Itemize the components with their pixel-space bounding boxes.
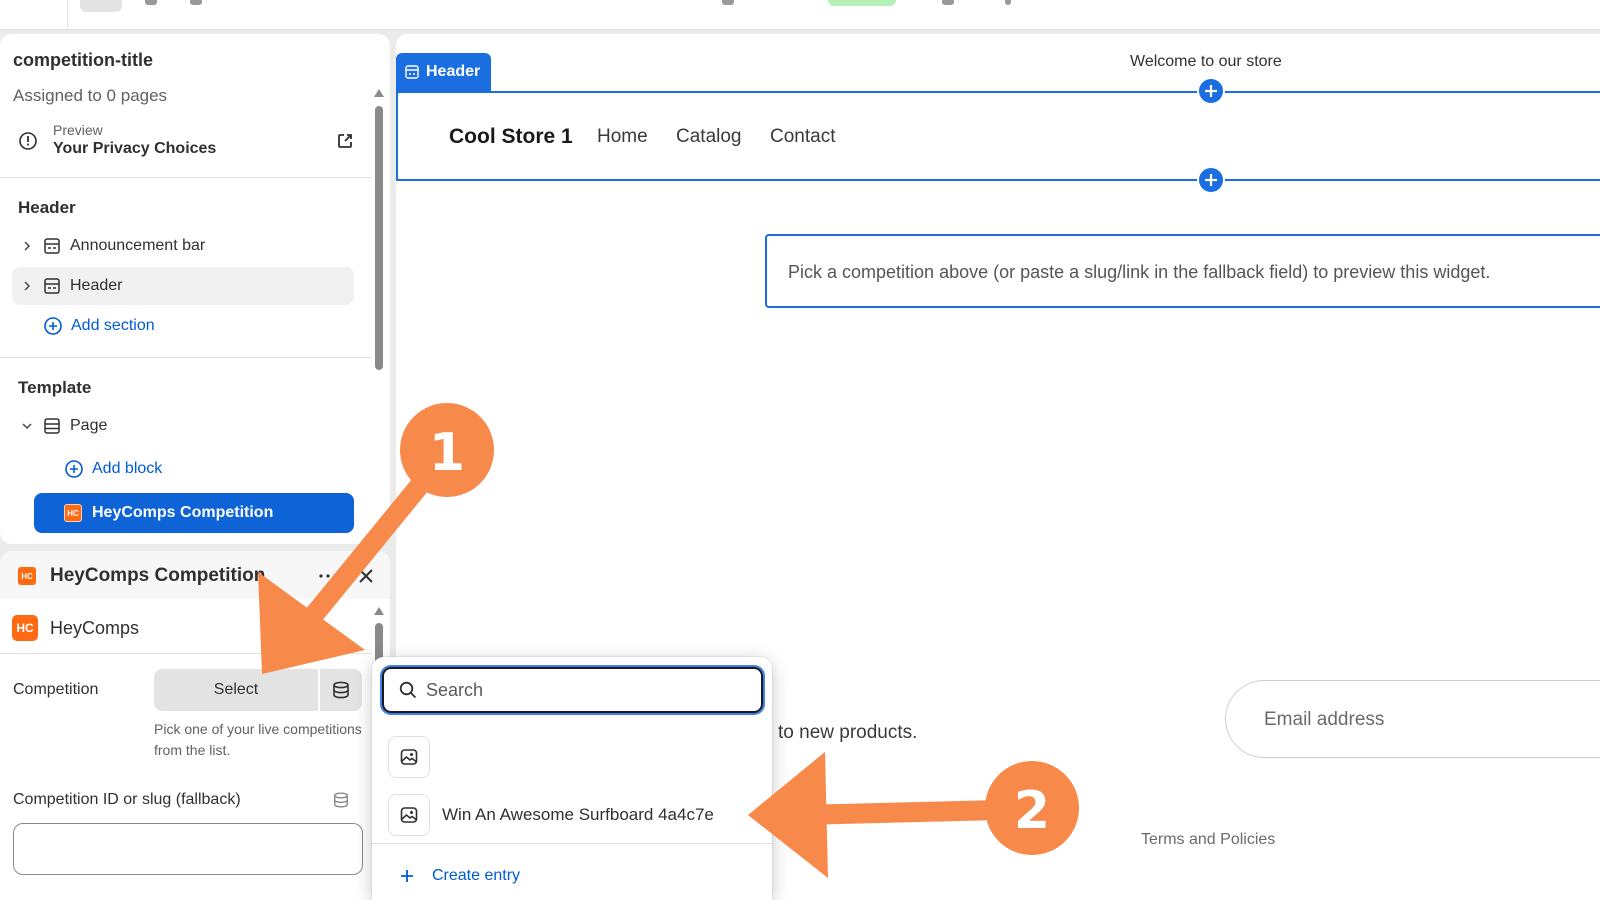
more-icon[interactable] (1005, 0, 1011, 5)
terms-link[interactable]: Terms and Policies (1141, 831, 1275, 849)
section-icon (44, 278, 60, 294)
section-icon (405, 65, 419, 79)
add-block-button[interactable]: Add block (64, 459, 162, 479)
block-heycomps-competition[interactable]: HC HeyComps Competition (34, 493, 354, 533)
header-tag-label: Header (426, 63, 481, 80)
announcement-text: Welcome to our store (1130, 53, 1282, 70)
heycomps-logo-icon: HC (64, 504, 82, 522)
heycomps-logo-icon: HC (12, 615, 38, 641)
app-name: HeyComps (50, 617, 140, 638)
top-bar-divider (67, 0, 68, 28)
section-announcement-bar[interactable]: Announcement bar (12, 227, 354, 265)
top-bar (0, 0, 1600, 30)
close-icon[interactable] (358, 568, 374, 584)
insert-section-below-button[interactable] (1197, 166, 1225, 194)
competition-label: Competition (13, 681, 99, 698)
add-section-button[interactable]: Add section (43, 316, 155, 336)
page-label: Page (70, 417, 108, 434)
settings-header: HC HeyComps Competition (0, 551, 390, 599)
undo-icon[interactable] (145, 0, 157, 5)
device-icon[interactable] (722, 0, 734, 5)
search-input[interactable] (426, 679, 726, 701)
database-icon[interactable] (332, 791, 350, 809)
image-placeholder-icon (388, 736, 430, 778)
info-icon (19, 132, 37, 150)
search-field[interactable] (382, 667, 763, 713)
scrollbar-thumb[interactable] (375, 106, 383, 370)
block-label: HeyComps Competition (92, 504, 274, 521)
fallback-slug-input[interactable] (13, 823, 363, 875)
add-section-label: Add section (71, 317, 155, 334)
email-placeholder: Email address (1264, 709, 1385, 730)
template-page[interactable]: Page (12, 407, 354, 445)
competition-option-label: Win An Awesome Surfboard 4a4c7e (442, 805, 714, 824)
nav-contact[interactable]: Contact (770, 126, 835, 148)
newsletter-text: to new products. (778, 722, 918, 743)
header-section-tag[interactable]: Header (396, 53, 491, 91)
chevron-down-icon[interactable] (22, 421, 32, 431)
select-competition-button[interactable]: Select (154, 669, 318, 711)
preview-label: Preview (53, 122, 103, 138)
page-title: competition-title (13, 50, 153, 70)
plus-icon (1205, 85, 1217, 97)
fallback-label: Competition ID or slug (fallback) (13, 791, 241, 808)
divider (372, 843, 772, 844)
plus-circle-icon (44, 317, 62, 335)
scroll-up-icon[interactable] (374, 607, 384, 615)
preview-value: Your Privacy Choices (53, 140, 217, 157)
section-label: Announcement bar (70, 237, 206, 254)
redo-icon[interactable] (190, 0, 202, 5)
settings-title: HeyComps Competition (50, 565, 266, 586)
external-link-icon[interactable] (336, 132, 354, 150)
header-group-label: Header (18, 198, 76, 217)
nav-home[interactable]: Home (597, 126, 648, 148)
preview-selector[interactable]: Preview Your Privacy Choices (18, 120, 368, 164)
competition-help-text: Pick one of your live competitions from … (154, 721, 362, 758)
preview-icon[interactable] (942, 0, 954, 5)
plus-icon (401, 870, 413, 882)
plus-icon (1205, 174, 1217, 186)
app-attribution: HC HeyComps (12, 615, 139, 641)
email-field[interactable]: Email address (1225, 680, 1600, 758)
block-settings-panel: HC HeyComps Competition HC HeyComps Comp… (0, 551, 390, 900)
page-icon (44, 418, 60, 434)
status-badge (828, 0, 896, 6)
sections-panel: competition-title Assigned to 0 pages Pr… (0, 34, 390, 544)
nav-catalog[interactable]: Catalog (676, 126, 742, 148)
top-bar-chip[interactable] (80, 0, 122, 12)
divider (0, 653, 372, 654)
chevron-right-icon[interactable] (22, 241, 32, 251)
insert-section-above-button[interactable] (1197, 77, 1225, 105)
widget-message: Pick a competition above (or paste a slu… (788, 262, 1491, 282)
image-placeholder-icon (388, 794, 430, 836)
section-label: Header (70, 277, 123, 294)
template-group-label: Template (18, 378, 92, 397)
store-brand[interactable]: Cool Store 1 (449, 125, 573, 149)
assigned-pages: Assigned to 0 pages (13, 86, 168, 105)
competition-picker-popover: Win An Awesome Surfboard 4a4c7e Create e… (372, 657, 772, 900)
header-section-outline[interactable] (396, 91, 1600, 181)
divider (0, 177, 372, 178)
create-entry-button[interactable]: Create entry (400, 867, 520, 885)
more-actions-icon[interactable] (318, 574, 338, 578)
scroll-up-icon[interactable] (374, 89, 384, 97)
database-icon (333, 681, 349, 699)
competition-widget-placeholder[interactable]: Pick a competition above (or paste a slu… (765, 234, 1600, 308)
create-entry-label: Create entry (432, 867, 521, 884)
divider (0, 357, 372, 358)
section-header[interactable]: Header (12, 267, 354, 305)
section-icon (44, 238, 60, 254)
dynamic-source-button[interactable] (320, 669, 362, 711)
add-block-label: Add block (92, 460, 163, 477)
plus-circle-icon (65, 460, 83, 478)
competition-option[interactable]: Win An Awesome Surfboard 4a4c7e (388, 793, 758, 837)
search-icon (399, 681, 417, 699)
heycomps-logo-icon: HC (18, 567, 36, 585)
competition-option[interactable] (388, 735, 758, 779)
chevron-right-icon[interactable] (22, 281, 32, 291)
